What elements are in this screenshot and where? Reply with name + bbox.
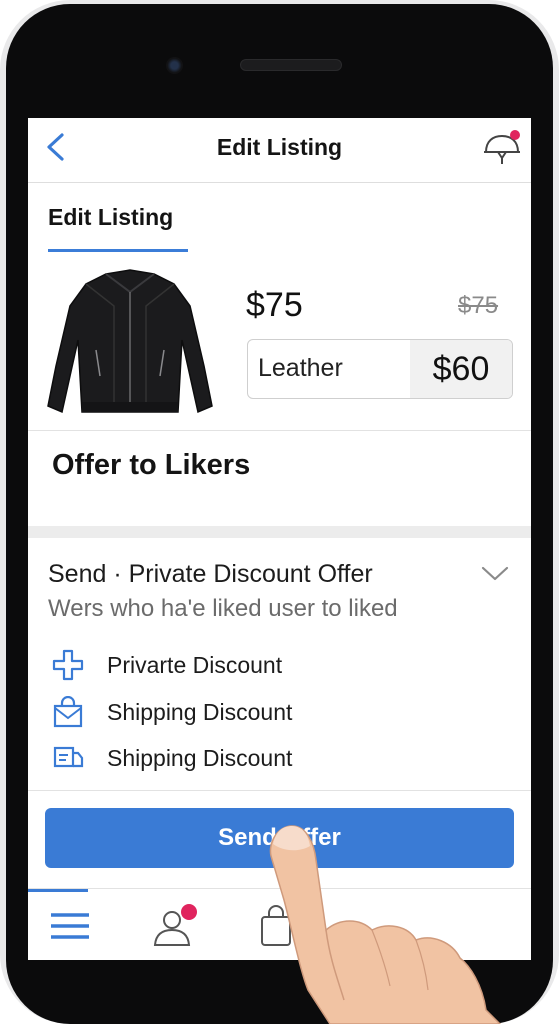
offer-type-title[interactable]: Send · Private Discount Offer bbox=[48, 560, 373, 589]
option-label: Shipping Discount bbox=[107, 745, 293, 771]
offer-description: Wers who ha'e liked user to liked bbox=[48, 595, 398, 622]
offer-price-value: $60 bbox=[410, 340, 512, 398]
truck-icon bbox=[53, 746, 84, 768]
bell-icon[interactable] bbox=[480, 126, 524, 170]
price-input[interactable]: Leather $60 bbox=[247, 339, 513, 399]
leather-jacket-image bbox=[47, 269, 213, 414]
phone-frame: Edit Listing Edit Listing $75 $75 Leathe… bbox=[0, 0, 559, 1024]
listing-price: $75 bbox=[246, 286, 303, 324]
divider bbox=[28, 790, 531, 791]
navigation-bar: Edit Listing bbox=[28, 118, 531, 183]
original-price: $75 bbox=[458, 292, 499, 319]
send-offer-button[interactable]: Send Offer bbox=[45, 808, 514, 868]
divider bbox=[28, 430, 531, 431]
page-title: Edit Listing bbox=[216, 134, 343, 160]
tab-edit-listing[interactable]: Edit Listing bbox=[48, 204, 173, 231]
material-label: Leather bbox=[258, 354, 343, 382]
bag-icon[interactable] bbox=[258, 903, 304, 949]
front-camera bbox=[166, 57, 183, 74]
section-divider bbox=[28, 526, 531, 538]
profile-icon[interactable] bbox=[152, 903, 198, 949]
app-screen: Edit Listing Edit Listing $75 $75 Leathe… bbox=[28, 118, 531, 960]
earpiece-speaker bbox=[240, 59, 342, 71]
active-tab-indicator bbox=[48, 249, 188, 252]
option-label: Shipping Discount bbox=[107, 699, 293, 725]
section-title: Offer to Likers bbox=[52, 449, 251, 481]
option-label: Privarte Discount bbox=[107, 652, 283, 678]
shopping-bag-icon bbox=[53, 696, 83, 728]
chevron-down-icon[interactable] bbox=[480, 560, 510, 586]
plus-icon bbox=[52, 649, 84, 681]
bottom-tab-bar bbox=[28, 888, 531, 960]
active-tab-indicator bbox=[28, 889, 88, 892]
menu-icon[interactable] bbox=[48, 903, 94, 949]
